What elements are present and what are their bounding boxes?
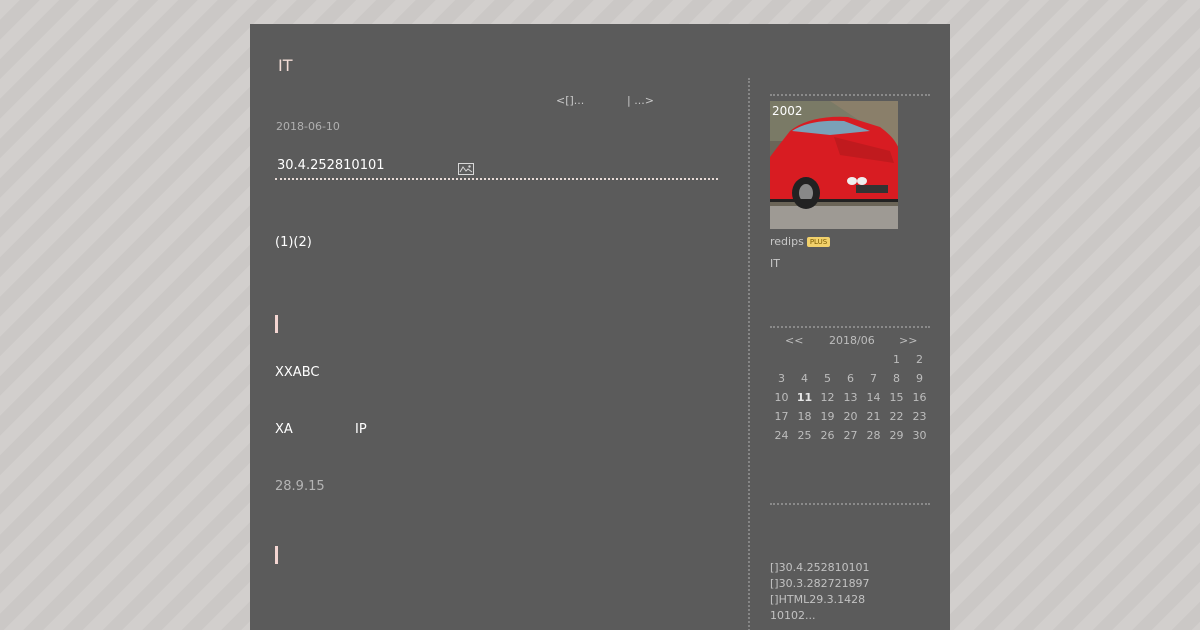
- calendar-day[interactable]: 7: [862, 372, 885, 391]
- calendar-blank: [793, 353, 816, 372]
- calendar-day[interactable]: 23: [908, 410, 931, 429]
- calendar-day[interactable]: 20: [839, 410, 862, 429]
- calendar-blank: [816, 353, 839, 372]
- entry-title-bar: 30.4.252810101: [275, 156, 718, 180]
- entry-date[interactable]: 2018-06-10: [276, 120, 340, 133]
- calendar-day[interactable]: 1: [885, 353, 908, 372]
- calendar-day[interactable]: 3: [770, 372, 793, 391]
- entry-paragraph-1: (1)(2): [275, 235, 312, 250]
- calendar-day[interactable]: 8: [885, 372, 908, 391]
- calendar-day[interactable]: 17: [770, 410, 793, 429]
- calendar-day[interactable]: 21: [862, 410, 885, 429]
- recent-entry-link[interactable]: []30.3.282721897: [770, 576, 930, 592]
- calendar-day[interactable]: 6: [839, 372, 862, 391]
- calendar-day[interactable]: 19: [816, 410, 839, 429]
- main-column: <[]... | ...> 2018-06-10 30.4.252810101 …: [275, 24, 720, 630]
- entry-paragraph-3b: IP: [355, 422, 367, 437]
- calendar-month[interactable]: 2018/06: [829, 334, 875, 347]
- entry-title[interactable]: 30.4.252810101: [277, 158, 385, 173]
- sidebar-separator: [770, 503, 930, 505]
- calendar-day[interactable]: 24: [770, 429, 793, 448]
- calendar-day[interactable]: 12: [816, 391, 839, 410]
- calendar-day[interactable]: 13: [839, 391, 862, 410]
- calendar-blank: [862, 353, 885, 372]
- calendar-next-month[interactable]: >>: [899, 334, 917, 347]
- entry-version-text: 28.9.15: [275, 479, 325, 494]
- prev-entry-link[interactable]: <[]...: [556, 94, 584, 107]
- entry-paragraph-3a: XA: [275, 422, 293, 437]
- recent-entry-link[interactable]: 10102...: [770, 608, 930, 624]
- calendar-day[interactable]: 27: [839, 429, 862, 448]
- calendar-day[interactable]: 30: [908, 429, 931, 448]
- calendar-blank: [839, 353, 862, 372]
- red-car-photo: [770, 101, 898, 229]
- calendar-day[interactable]: 11: [793, 391, 816, 410]
- profile-image-caption: 2002: [772, 104, 803, 118]
- blog-page: IT <[]... | ...> 2018-06-10 30.4.2528101…: [250, 24, 950, 630]
- calendar-day[interactable]: 22: [885, 410, 908, 429]
- calendar-day[interactable]: 2: [908, 353, 931, 372]
- calendar-day[interactable]: 9: [908, 372, 931, 391]
- recent-entry-link[interactable]: []HTML29.3.1428: [770, 592, 930, 608]
- next-entry-link[interactable]: | ...>: [627, 94, 654, 107]
- calendar-day[interactable]: 10: [770, 391, 793, 410]
- calendar-grid: 1 2 3 4 5 6 7 8 9 10 11 12 13 14 15 16 17 18 19 20 21 22 23 24 2…: [770, 353, 930, 448]
- username-link[interactable]: redips: [770, 235, 804, 248]
- calendar-day[interactable]: 26: [816, 429, 839, 448]
- calendar-day[interactable]: 4: [793, 372, 816, 391]
- entry-paragraph-2: XXABC: [275, 365, 320, 380]
- calendar-day[interactable]: 16: [908, 391, 931, 410]
- calendar-prev-month[interactable]: <<: [785, 334, 803, 347]
- recent-entries-list: []30.4.252810101 []30.3.282721897 []HTML29…: [770, 560, 930, 624]
- calendar: << 2018/06 >> 1 2 3 4 5 6 7 8 9 10 11 12 13 14 15 16 17 1…: [770, 334, 930, 448]
- calendar-day[interactable]: 29: [885, 429, 908, 448]
- plus-badge: PLUS: [806, 237, 831, 247]
- calendar-day[interactable]: 28: [862, 429, 885, 448]
- edit-entry-icon[interactable]: [458, 160, 474, 175]
- profile-image[interactable]: 2002: [770, 101, 898, 229]
- calendar-day[interactable]: 14: [862, 391, 885, 410]
- column-divider: [748, 78, 750, 630]
- calendar-day[interactable]: 5: [816, 372, 839, 391]
- calendar-header: << 2018/06 >>: [770, 334, 930, 353]
- section-heading-marker-2: [275, 546, 278, 564]
- calendar-day[interactable]: 18: [793, 410, 816, 429]
- recent-entry-link[interactable]: []30.4.252810101: [770, 560, 930, 576]
- sidebar-separator: [770, 326, 930, 328]
- sidebar-separator: [770, 94, 930, 96]
- section-heading-marker-1: [275, 315, 278, 333]
- calendar-blank: [770, 353, 793, 372]
- calendar-day[interactable]: 25: [793, 429, 816, 448]
- profile-user: redips PLUS: [770, 235, 831, 248]
- profile-description: IT: [770, 257, 780, 270]
- calendar-day[interactable]: 15: [885, 391, 908, 410]
